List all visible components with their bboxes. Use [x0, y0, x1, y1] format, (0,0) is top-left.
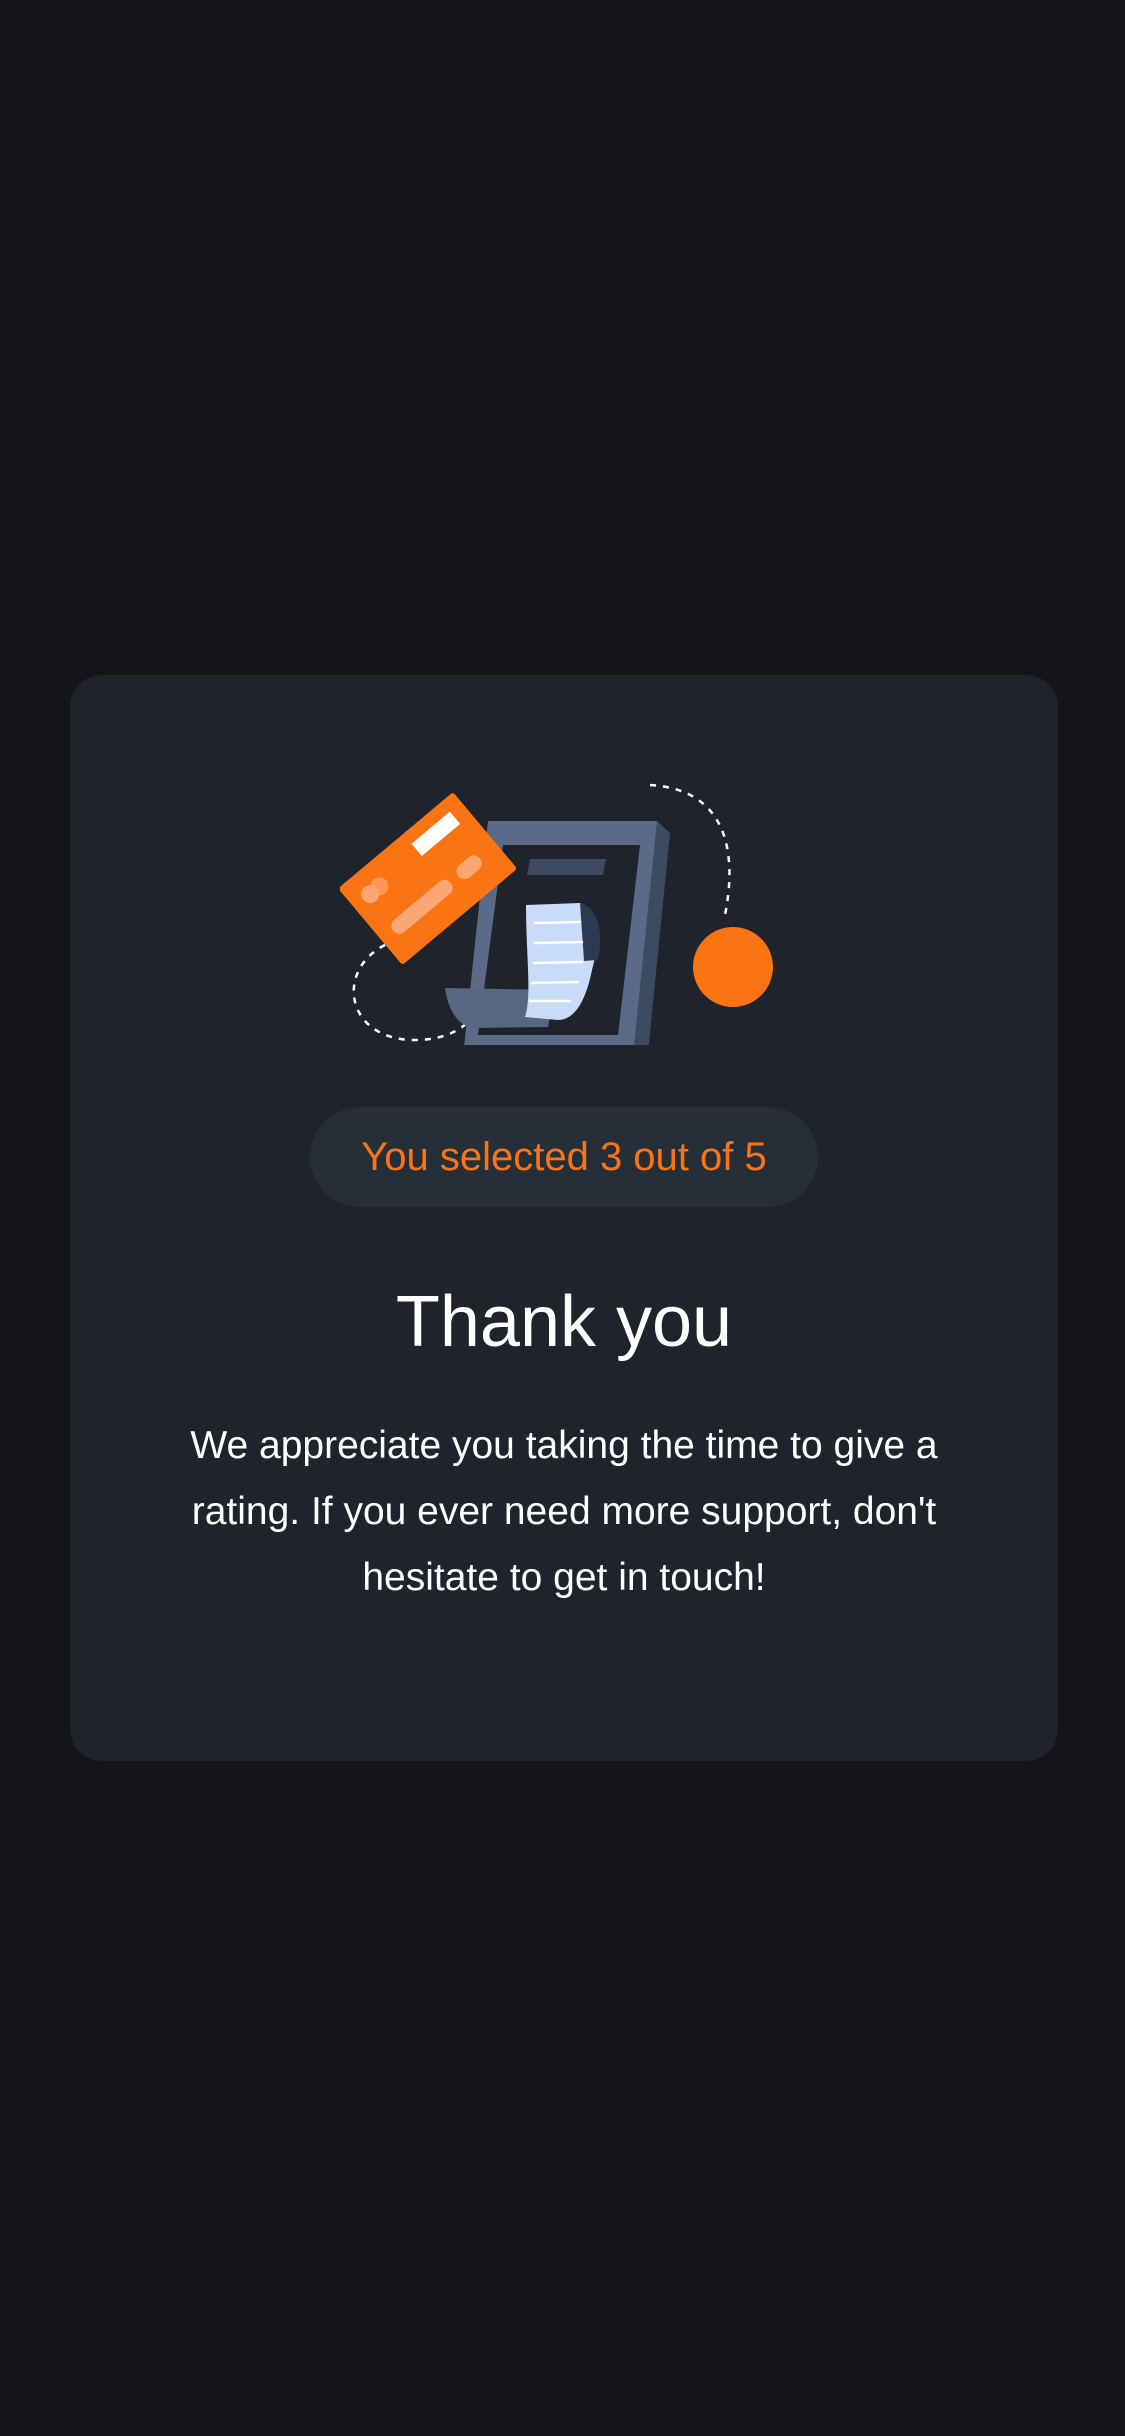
orange-ball [693, 927, 773, 1007]
phone-payment-illustration [340, 745, 790, 1045]
thank-you-card: You selected 3 out of 5 Thank you We app… [70, 675, 1058, 1761]
rating-selected-badge: You selected 3 out of 5 [310, 1107, 818, 1207]
thank-you-message: We appreciate you taking the time to giv… [190, 1424, 938, 1599]
screen-header-bar [527, 859, 606, 875]
page-title: Thank you [395, 1282, 733, 1362]
